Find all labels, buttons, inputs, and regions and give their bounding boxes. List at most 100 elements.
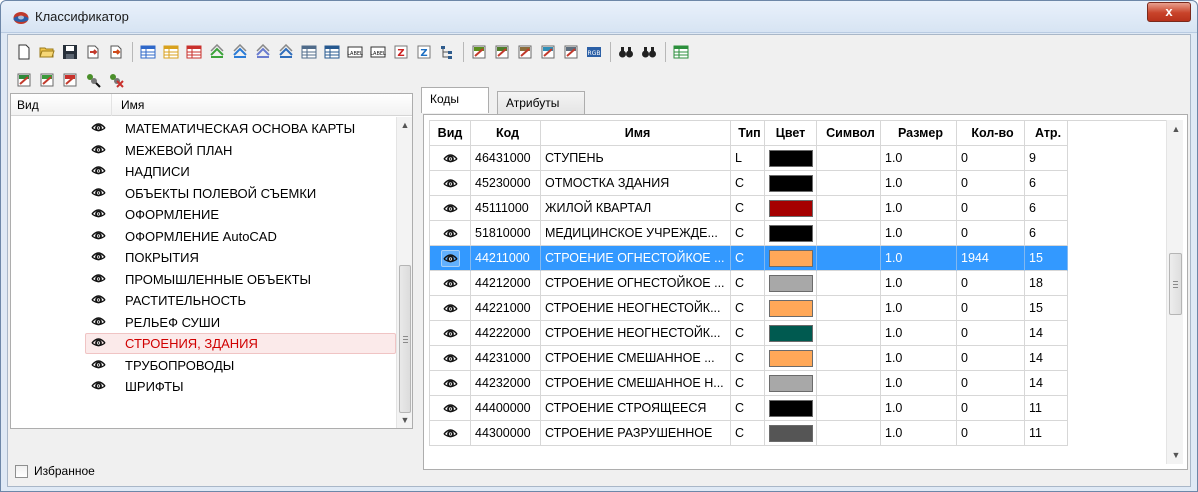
code-cell[interactable]: 44232000 <box>471 371 541 396</box>
visibility-cell[interactable] <box>430 396 471 421</box>
size-cell[interactable]: 1.0 <box>881 346 957 371</box>
code-cell[interactable]: 46431000 <box>471 146 541 171</box>
color-cell[interactable] <box>765 146 817 171</box>
table-row[interactable]: 44400000 СТРОЕНИЕ СТРОЯЩЕЕСЯ C 1.0 0 11 <box>430 396 1167 421</box>
layer-list-item[interactable]: РЕЛЬЕФ СУШИ <box>11 312 396 334</box>
visibility-eye-icon[interactable] <box>442 327 458 340</box>
visibility-cell[interactable] <box>430 246 471 271</box>
visibility-cell[interactable] <box>430 196 471 221</box>
attr-count-cell[interactable]: 14 <box>1025 371 1068 396</box>
attr-count-cell[interactable]: 6 <box>1025 196 1068 221</box>
layers-check-button[interactable] <box>276 42 296 62</box>
name-cell[interactable]: СТРОЕНИЕ СМЕШАННОЕ ... <box>541 346 731 371</box>
color-cell[interactable] <box>765 171 817 196</box>
layer-list-item[interactable]: ШРИФТЫ <box>11 376 396 398</box>
table-add-button[interactable] <box>299 42 319 62</box>
visibility-eye-icon[interactable] <box>91 250 106 263</box>
visibility-eye-icon[interactable] <box>91 207 106 220</box>
name-cell[interactable]: СТРОЕНИЕ НЕОГНЕСТОЙК... <box>541 321 731 346</box>
size-cell[interactable]: 1.0 <box>881 321 957 346</box>
symbol-cell[interactable] <box>817 196 881 221</box>
visibility-eye-icon[interactable] <box>91 164 106 177</box>
color-cell[interactable] <box>765 296 817 321</box>
visibility-eye-icon[interactable] <box>91 121 106 134</box>
color-cell[interactable] <box>765 371 817 396</box>
type-cell[interactable]: C <box>731 321 765 346</box>
attr-count-cell[interactable]: 15 <box>1025 296 1068 321</box>
attr-count-cell[interactable]: 11 <box>1025 396 1068 421</box>
code-cell[interactable]: 44222000 <box>471 321 541 346</box>
size-cell[interactable]: 1.0 <box>881 396 957 421</box>
scroll-thumb[interactable] <box>399 265 411 413</box>
layer-list-item[interactable]: ТРУБОПРОВОДЫ <box>11 355 396 377</box>
name-cell[interactable]: СТРОЕНИЕ РАЗРУШЕННОЕ <box>541 421 731 446</box>
table-red-button[interactable] <box>184 42 204 62</box>
table-row[interactable]: 45111000 ЖИЛОЙ КВАРТАЛ C 1.0 0 6 <box>430 196 1167 221</box>
visibility-cell[interactable] <box>430 146 471 171</box>
count-cell[interactable]: 1944 <box>957 246 1025 271</box>
col-header-attr[interactable]: Атр. <box>1025 121 1068 146</box>
count-cell[interactable]: 0 <box>957 196 1025 221</box>
label-stack-button[interactable]: LABEL <box>368 42 388 62</box>
visibility-eye-icon[interactable] <box>442 277 458 290</box>
table-yellow-button[interactable] <box>161 42 181 62</box>
visibility-eye-icon[interactable] <box>442 402 458 415</box>
col-header-name[interactable]: Имя <box>541 121 731 146</box>
code-cell[interactable]: 45111000 <box>471 196 541 221</box>
attr-count-cell[interactable]: 6 <box>1025 171 1068 196</box>
codes-table-scrollbar[interactable]: ▲ ▼ <box>1166 120 1183 464</box>
color-cell[interactable] <box>765 321 817 346</box>
visibility-cell[interactable] <box>430 296 471 321</box>
count-cell[interactable]: 0 <box>957 371 1025 396</box>
favorites-checkbox[interactable]: Избранное <box>15 464 95 478</box>
open-folder-button[interactable] <box>37 42 57 62</box>
type-cell[interactable]: C <box>731 396 765 421</box>
visibility-eye-icon[interactable] <box>442 227 458 240</box>
sort-z-button[interactable]: Z <box>414 42 434 62</box>
visibility-eye-icon[interactable] <box>440 249 460 267</box>
layer-list-item[interactable]: ПОКРЫТИЯ <box>11 247 396 269</box>
layer-list-item[interactable]: СТРОЕНИЯ, ЗДАНИЯ <box>11 333 396 355</box>
name-cell[interactable]: СТРОЕНИЕ СМЕШАННОЕ Н... <box>541 371 731 396</box>
table-row[interactable]: 44211000 СТРОЕНИЕ ОГНЕСТОЙКОЕ ... C 1.0 1944… <box>430 246 1167 271</box>
layer-list-item[interactable]: МАТЕМАТИЧЕСКАЯ ОСНОВА КАРТЫ <box>11 118 396 140</box>
scroll-down-icon[interactable]: ▼ <box>400 415 410 425</box>
code-cell[interactable]: 44221000 <box>471 296 541 321</box>
doc-edit-button[interactable] <box>492 42 512 62</box>
color-cell[interactable] <box>765 421 817 446</box>
layers-dashed-button[interactable] <box>253 42 273 62</box>
layers-green-button[interactable] <box>207 42 227 62</box>
symbol-cell[interactable] <box>817 171 881 196</box>
show-all-button[interactable] <box>83 70 103 90</box>
visibility-cell[interactable] <box>430 271 471 296</box>
col-header-size[interactable]: Размер <box>881 121 957 146</box>
size-cell[interactable]: 1.0 <box>881 421 957 446</box>
name-cell[interactable]: СТРОЕНИЕ ОГНЕСТОЙКОЕ ... <box>541 246 731 271</box>
visibility-cell[interactable] <box>430 221 471 246</box>
visibility-eye-icon[interactable] <box>442 352 458 365</box>
col-header-color[interactable]: Цвет <box>765 121 817 146</box>
symbol-cell[interactable] <box>817 221 881 246</box>
visibility-eye-icon[interactable] <box>91 186 106 199</box>
col-header-type[interactable]: Тип <box>731 121 765 146</box>
hide-all-button[interactable] <box>106 70 126 90</box>
symbol-cell[interactable] <box>817 271 881 296</box>
type-cell[interactable]: C <box>731 346 765 371</box>
visibility-cell[interactable] <box>430 346 471 371</box>
code-cell[interactable]: 51810000 <box>471 221 541 246</box>
name-cell[interactable]: ЖИЛОЙ КВАРТАЛ <box>541 196 731 221</box>
new-file-button[interactable] <box>14 42 34 62</box>
count-cell[interactable]: 0 <box>957 346 1025 371</box>
visibility-eye-icon[interactable] <box>442 202 458 215</box>
visibility-eye-icon[interactable] <box>91 293 106 306</box>
type-cell[interactable]: C <box>731 421 765 446</box>
size-cell[interactable]: 1.0 <box>881 246 957 271</box>
save-button[interactable] <box>60 42 80 62</box>
visibility-cell[interactable] <box>430 421 471 446</box>
size-cell[interactable]: 1.0 <box>881 221 957 246</box>
name-cell[interactable]: МЕДИЦИНСКОЕ УЧРЕЖДЕ... <box>541 221 731 246</box>
code-cell[interactable]: 45230000 <box>471 171 541 196</box>
type-cell[interactable]: L <box>731 146 765 171</box>
table-rows-button[interactable] <box>322 42 342 62</box>
tab-attributes[interactable]: Атрибуты <box>497 91 585 115</box>
